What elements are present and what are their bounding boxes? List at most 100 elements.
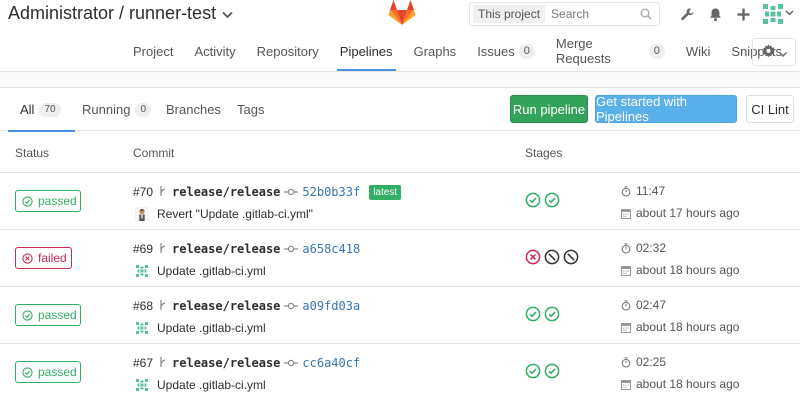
stage-skipped-icon[interactable] xyxy=(544,249,560,265)
run-pipeline-button[interactable]: Run pipeline xyxy=(510,95,588,123)
tab-label: All xyxy=(20,102,35,117)
status-badge[interactable]: passed xyxy=(15,304,81,326)
calendar-icon xyxy=(621,322,631,333)
stage-success-icon[interactable] xyxy=(544,306,560,322)
table-header: Status Commit Stages xyxy=(0,131,800,173)
pipeline-finished-at: about 18 hours ago xyxy=(621,320,739,334)
commit-icon xyxy=(284,358,299,368)
commit-message-link[interactable]: Revert "Update .gitlab-ci.yml" xyxy=(157,207,313,221)
stage-success-icon[interactable] xyxy=(525,363,541,379)
status-badge[interactable]: failed xyxy=(15,247,72,269)
search-box[interactable]: This project Search xyxy=(469,2,660,26)
get-started-pipelines-button[interactable]: Get started with Pipelines xyxy=(595,94,737,124)
nav-item-issues[interactable]: Issues 0 xyxy=(474,31,538,71)
commit-message-link[interactable]: Update .gitlab-ci.yml xyxy=(157,378,266,392)
commit-sha-link[interactable]: 52b0b33f xyxy=(302,185,360,199)
stage-failed-icon[interactable] xyxy=(525,249,541,265)
commit-icon xyxy=(284,187,299,197)
pipeline-id-link[interactable]: #70 xyxy=(133,185,153,199)
plus-icon[interactable] xyxy=(734,5,752,23)
tab-running[interactable]: Running 0 xyxy=(82,88,151,131)
pipeline-duration: 02:25 xyxy=(621,355,666,369)
pipeline-finished-at: about 18 hours ago xyxy=(621,263,739,277)
project-title[interactable]: Administrator / runner-test xyxy=(8,3,233,24)
pipeline-stages xyxy=(525,249,579,265)
finished-text: about 18 hours ago xyxy=(636,320,740,334)
status-label: passed xyxy=(38,365,77,379)
nav-item-wiki[interactable]: Wiki xyxy=(683,31,714,71)
wrench-icon[interactable] xyxy=(678,5,696,23)
nav-item-graphs[interactable]: Graphs xyxy=(411,31,460,71)
status-badge[interactable]: passed xyxy=(15,190,81,212)
timer-icon xyxy=(621,185,631,197)
ci-lint-button[interactable]: CI Lint xyxy=(746,95,794,123)
commit-sha-link[interactable]: a09fd03a xyxy=(302,299,360,313)
stage-success-icon[interactable] xyxy=(544,192,560,208)
commit-author-avatar[interactable] xyxy=(135,264,149,278)
stage-success-icon[interactable] xyxy=(544,363,560,379)
commit-message-link[interactable]: Update .gitlab-ci.yml xyxy=(157,321,266,335)
tab-tags[interactable]: Tags xyxy=(237,88,264,131)
chevron-down-icon[interactable] xyxy=(222,8,233,22)
duration-text: 02:32 xyxy=(636,241,667,255)
branch-icon xyxy=(159,356,167,371)
chevron-down-icon xyxy=(778,45,787,60)
pipeline-id-link[interactable]: #69 xyxy=(133,242,153,256)
stage-success-icon[interactable] xyxy=(525,192,541,208)
stage-skipped-icon[interactable] xyxy=(563,249,579,265)
commit-author-avatar[interactable] xyxy=(135,207,149,221)
nav-item-project[interactable]: Project xyxy=(130,31,176,71)
finished-text: about 17 hours ago xyxy=(636,206,740,220)
nav-item-label: Repository xyxy=(256,43,319,59)
column-header-stages: Stages xyxy=(525,146,563,160)
search-input[interactable]: Search xyxy=(551,7,637,21)
bell-icon[interactable] xyxy=(706,5,724,23)
branch-ref-link[interactable]: release/release xyxy=(172,185,280,199)
gear-icon xyxy=(761,44,775,60)
nav-item-merge-requests[interactable]: Merge Requests 0 xyxy=(553,31,668,71)
project-nav: Project Activity Repository Pipelines Gr… xyxy=(0,31,800,71)
chevron-down-icon[interactable] xyxy=(785,8,794,19)
commit-message-link[interactable]: Update .gitlab-ci.yml xyxy=(157,264,266,278)
nav-item-repository[interactable]: Repository xyxy=(254,31,322,71)
pipeline-stages xyxy=(525,192,560,208)
stage-success-icon[interactable] xyxy=(525,306,541,322)
branch-icon xyxy=(159,242,167,257)
status-passed-icon xyxy=(22,309,33,321)
duration-text: 02:25 xyxy=(636,355,667,369)
commit-sha-link[interactable]: a658c418 xyxy=(302,242,360,256)
calendar-icon xyxy=(621,265,631,276)
nav-item-label: Merge Requests xyxy=(555,36,611,66)
branch-ref-link[interactable]: release/release xyxy=(172,299,280,313)
branch-ref-link[interactable]: release/release xyxy=(172,242,280,256)
status-passed-icon xyxy=(22,366,33,378)
branch-ref-link[interactable]: release/release xyxy=(172,356,280,370)
nav-item-activity[interactable]: Activity xyxy=(191,31,238,71)
table-row: passed #68 release/release a09fd03a Update .… xyxy=(0,287,800,344)
pipeline-stages xyxy=(525,363,560,379)
nav-item-label: Wiki xyxy=(685,43,711,59)
nav-item-label: Activity xyxy=(194,43,236,59)
calendar-icon xyxy=(621,208,631,219)
nav-item-label: Issues xyxy=(477,43,515,59)
search-icon xyxy=(637,8,655,20)
commit-sha-link[interactable]: cc6a40cf xyxy=(302,356,360,370)
commit-author-avatar[interactable] xyxy=(135,321,149,335)
status-badge[interactable]: passed xyxy=(15,361,81,383)
pipeline-id-link[interactable]: #67 xyxy=(133,356,153,370)
nav-item-pipelines[interactable]: Pipelines xyxy=(336,31,396,71)
search-scope-label: This project xyxy=(473,5,546,23)
commit-icon xyxy=(284,244,299,254)
table-row: failed #69 release/release a658c418 Update .… xyxy=(0,230,800,287)
table-row: passed #67 release/release cc6a40cf Update .… xyxy=(0,344,800,400)
gitlab-logo-icon[interactable] xyxy=(388,0,416,26)
project-settings-button[interactable] xyxy=(752,38,796,66)
pipeline-id-link[interactable]: #68 xyxy=(133,299,153,313)
tab-all[interactable]: All 70 xyxy=(8,88,75,132)
count-badge: 0 xyxy=(648,43,665,59)
timer-icon xyxy=(621,356,631,368)
commit-author-avatar[interactable] xyxy=(135,378,149,392)
tab-branches[interactable]: Branches xyxy=(166,88,221,131)
user-avatar[interactable] xyxy=(761,2,785,26)
branch-icon xyxy=(159,299,167,314)
